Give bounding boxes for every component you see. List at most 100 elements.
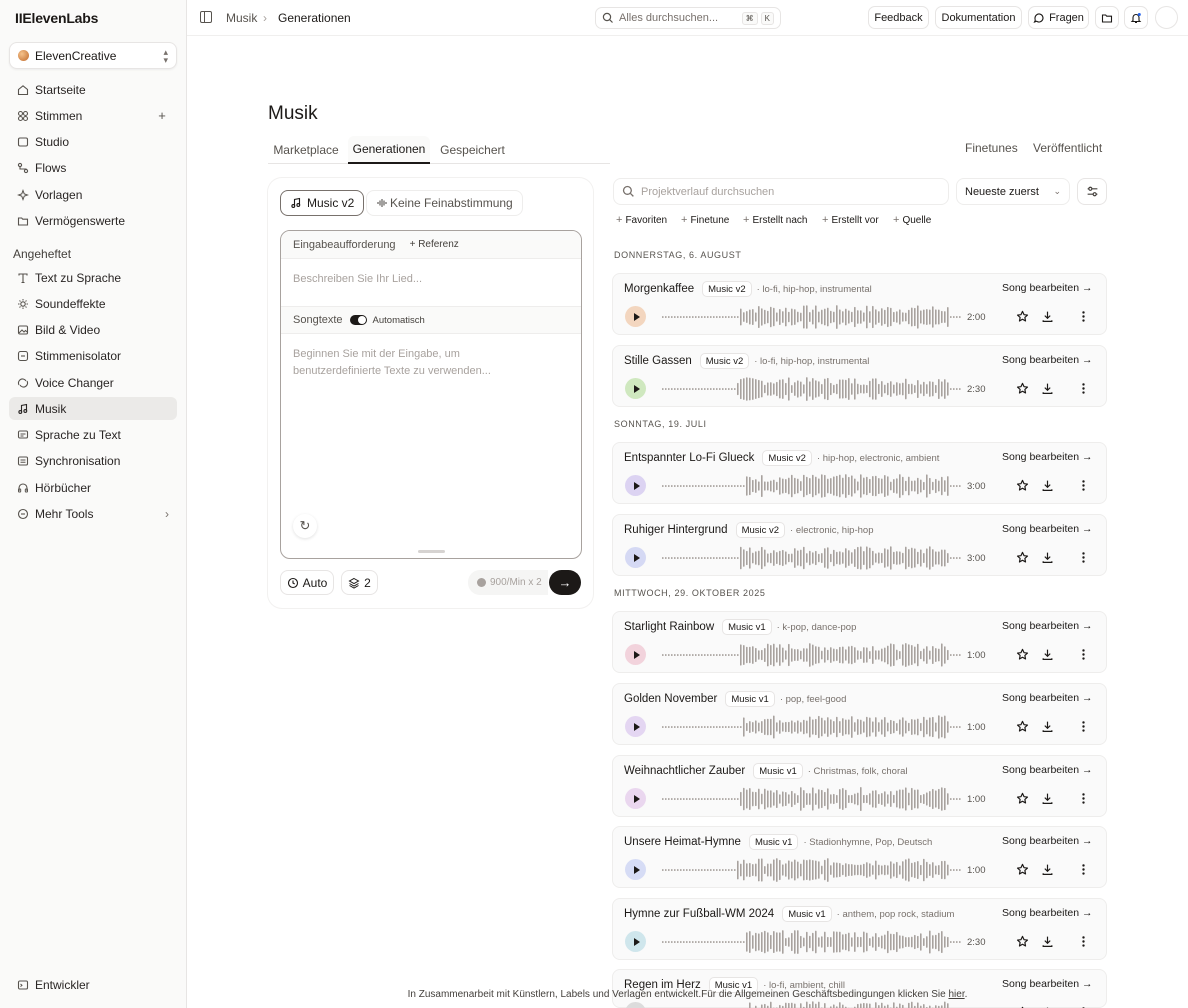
more-options-icon[interactable] bbox=[1076, 549, 1090, 565]
sidebar-item-mehr-tools[interactable]: Mehr Tools › bbox=[9, 502, 177, 525]
sidebar-item-entwickler[interactable]: Entwickler bbox=[9, 973, 177, 996]
favorite-star-icon[interactable] bbox=[1015, 477, 1029, 493]
play-button[interactable] bbox=[625, 1002, 646, 1008]
waveform[interactable] bbox=[662, 473, 962, 499]
sidebar-item-hoerbuecher[interactable]: Hörbücher bbox=[9, 476, 177, 499]
sidebar-item-soundeffekte[interactable]: Soundeffekte bbox=[9, 292, 177, 315]
favorite-star-icon[interactable] bbox=[1015, 646, 1029, 662]
filter-chip-favoriten[interactable]: + Favoriten bbox=[613, 211, 670, 229]
sidebar-item-sprache-zu-text[interactable]: Sprache zu Text bbox=[9, 423, 177, 446]
more-options-icon[interactable] bbox=[1076, 646, 1090, 662]
sidebar-item-vorlagen[interactable]: Vorlagen bbox=[9, 183, 177, 206]
more-options-icon[interactable] bbox=[1076, 477, 1090, 493]
add-voice-icon[interactable]: + bbox=[155, 109, 169, 123]
waveform[interactable] bbox=[662, 545, 962, 571]
more-options-icon[interactable] bbox=[1076, 308, 1090, 324]
waveform[interactable] bbox=[662, 376, 962, 402]
edit-song-link[interactable]: Song bearbeiten → bbox=[1002, 764, 1092, 776]
model-selector[interactable]: Music v2 bbox=[280, 190, 365, 216]
favorite-star-icon[interactable] bbox=[1015, 1004, 1029, 1008]
filter-chip-erstellt-vor[interactable]: + Erstellt vor bbox=[819, 211, 882, 229]
song-card[interactable]: Entspannter Lo-Fi Glueck Music v2 · hip-ho… bbox=[612, 442, 1107, 504]
play-button[interactable] bbox=[625, 378, 646, 399]
sidebar-item-bild-video[interactable]: Bild & Video bbox=[9, 318, 177, 341]
download-icon[interactable] bbox=[1040, 718, 1054, 734]
edit-song-link[interactable]: Song bearbeiten → bbox=[1002, 523, 1092, 535]
waveform[interactable] bbox=[662, 714, 962, 740]
more-options-icon[interactable] bbox=[1076, 1004, 1090, 1008]
song-card[interactable]: Golden November Music v1 · pop, feel-good S… bbox=[612, 683, 1107, 745]
sidebar-item-stimmen[interactable]: Stimmen + bbox=[9, 104, 177, 127]
lyrics-input[interactable]: Beginnen Sie mit der Eingabe, um benutze… bbox=[281, 346, 561, 380]
edit-song-link[interactable]: Song bearbeiten → bbox=[1002, 451, 1092, 463]
filter-settings-button[interactable] bbox=[1077, 178, 1107, 205]
play-button[interactable] bbox=[625, 475, 646, 496]
song-card[interactable]: Weihnachtlicher Zauber Music v1 · Christma… bbox=[612, 755, 1107, 817]
refresh-icon[interactable]: ↻ bbox=[293, 514, 317, 538]
logo[interactable]: IIElevenLabs bbox=[15, 10, 98, 26]
tab-veroeffentlicht[interactable]: Veröffentlicht bbox=[1033, 141, 1102, 155]
waveform[interactable] bbox=[662, 304, 962, 330]
feedback-button[interactable]: Feedback bbox=[868, 6, 929, 29]
favorite-star-icon[interactable] bbox=[1015, 308, 1029, 324]
edit-song-link[interactable]: Song bearbeiten → bbox=[1002, 620, 1092, 632]
song-card[interactable]: Ruhiger Hintergrund Music v2 · electronic,… bbox=[612, 514, 1107, 576]
play-button[interactable] bbox=[625, 547, 646, 568]
download-icon[interactable] bbox=[1040, 933, 1054, 949]
song-card[interactable]: Unsere Heimat-Hymne Music v1 · Stadionhymn… bbox=[612, 826, 1107, 888]
tab-finetunes[interactable]: Finetunes bbox=[965, 141, 1018, 155]
sidebar-toggle-icon[interactable] bbox=[200, 11, 212, 23]
reference-button[interactable]: + Referenz bbox=[410, 239, 459, 250]
documentation-button[interactable]: Dokumentation bbox=[935, 6, 1022, 29]
edit-song-link[interactable]: Song bearbeiten → bbox=[1002, 692, 1092, 704]
play-button[interactable] bbox=[625, 716, 646, 737]
notifications-button[interactable] bbox=[1124, 6, 1148, 29]
download-icon[interactable] bbox=[1040, 477, 1054, 493]
waveform[interactable] bbox=[662, 642, 962, 668]
waveform[interactable] bbox=[662, 929, 962, 955]
filter-chip-erstellt-nach[interactable]: + Erstellt nach bbox=[740, 211, 810, 229]
download-icon[interactable] bbox=[1040, 646, 1054, 662]
song-card[interactable]: Starlight Rainbow Music v1 · k-pop, dance-… bbox=[612, 611, 1107, 673]
sidebar-item-synchronisation[interactable]: Synchronisation bbox=[9, 449, 177, 472]
edit-song-link[interactable]: Song bearbeiten → bbox=[1002, 835, 1092, 847]
workspace-switcher[interactable]: ElevenCreative ▴ ▾ bbox=[9, 42, 177, 69]
tab-generationen[interactable]: Generationen bbox=[348, 136, 430, 164]
song-card[interactable]: Stille Gassen Music v2 · lo-fi, hip-hop, i… bbox=[612, 345, 1107, 407]
favorite-star-icon[interactable] bbox=[1015, 718, 1029, 734]
waveform[interactable] bbox=[662, 1000, 962, 1008]
sidebar-item-stimmenisolator[interactable]: Stimmenisolator bbox=[9, 344, 177, 367]
waveform[interactable] bbox=[662, 857, 962, 883]
folder-button[interactable] bbox=[1095, 6, 1119, 29]
resize-handle[interactable] bbox=[418, 550, 445, 553]
filter-chip-finetune[interactable]: + Finetune bbox=[678, 211, 732, 229]
user-avatar[interactable] bbox=[1155, 6, 1178, 29]
play-button[interactable] bbox=[625, 859, 646, 880]
play-button[interactable] bbox=[625, 306, 646, 327]
favorite-star-icon[interactable] bbox=[1015, 549, 1029, 565]
more-options-icon[interactable] bbox=[1076, 718, 1090, 734]
song-card[interactable]: Morgenkaffee Music v2 · lo-fi, hip-hop, in… bbox=[612, 273, 1107, 335]
download-icon[interactable] bbox=[1040, 549, 1054, 565]
variants-button[interactable]: 2 bbox=[341, 570, 378, 595]
download-icon[interactable] bbox=[1040, 861, 1054, 877]
waveform[interactable] bbox=[662, 786, 962, 812]
download-icon[interactable] bbox=[1040, 380, 1054, 396]
sidebar-item-startseite[interactable]: Startseite bbox=[9, 78, 177, 101]
tab-marketplace[interactable]: Marketplace bbox=[268, 136, 344, 164]
more-options-icon[interactable] bbox=[1076, 861, 1090, 877]
favorite-star-icon[interactable] bbox=[1015, 380, 1029, 396]
more-options-icon[interactable] bbox=[1076, 933, 1090, 949]
ask-button[interactable]: Fragen bbox=[1028, 6, 1089, 29]
breadcrumb-musik[interactable]: Musik bbox=[226, 11, 257, 25]
finetune-selector[interactable]: Keine Feinabstimmung bbox=[366, 190, 523, 216]
sidebar-item-vermoegenswerte[interactable]: Vermögenswerte bbox=[9, 209, 177, 232]
play-button[interactable] bbox=[625, 644, 646, 665]
sidebar-item-voice-changer[interactable]: Voice Changer bbox=[9, 371, 177, 394]
sidebar-item-text-zu-sprache[interactable]: Text zu Sprache bbox=[9, 266, 177, 289]
tab-gespeichert[interactable]: Gespeichert bbox=[434, 136, 511, 164]
sidebar-item-studio[interactable]: Studio bbox=[9, 130, 177, 153]
download-icon[interactable] bbox=[1040, 308, 1054, 324]
sidebar-item-flows[interactable]: Flows bbox=[9, 156, 177, 179]
edit-song-link[interactable]: Song bearbeiten → bbox=[1002, 907, 1092, 919]
